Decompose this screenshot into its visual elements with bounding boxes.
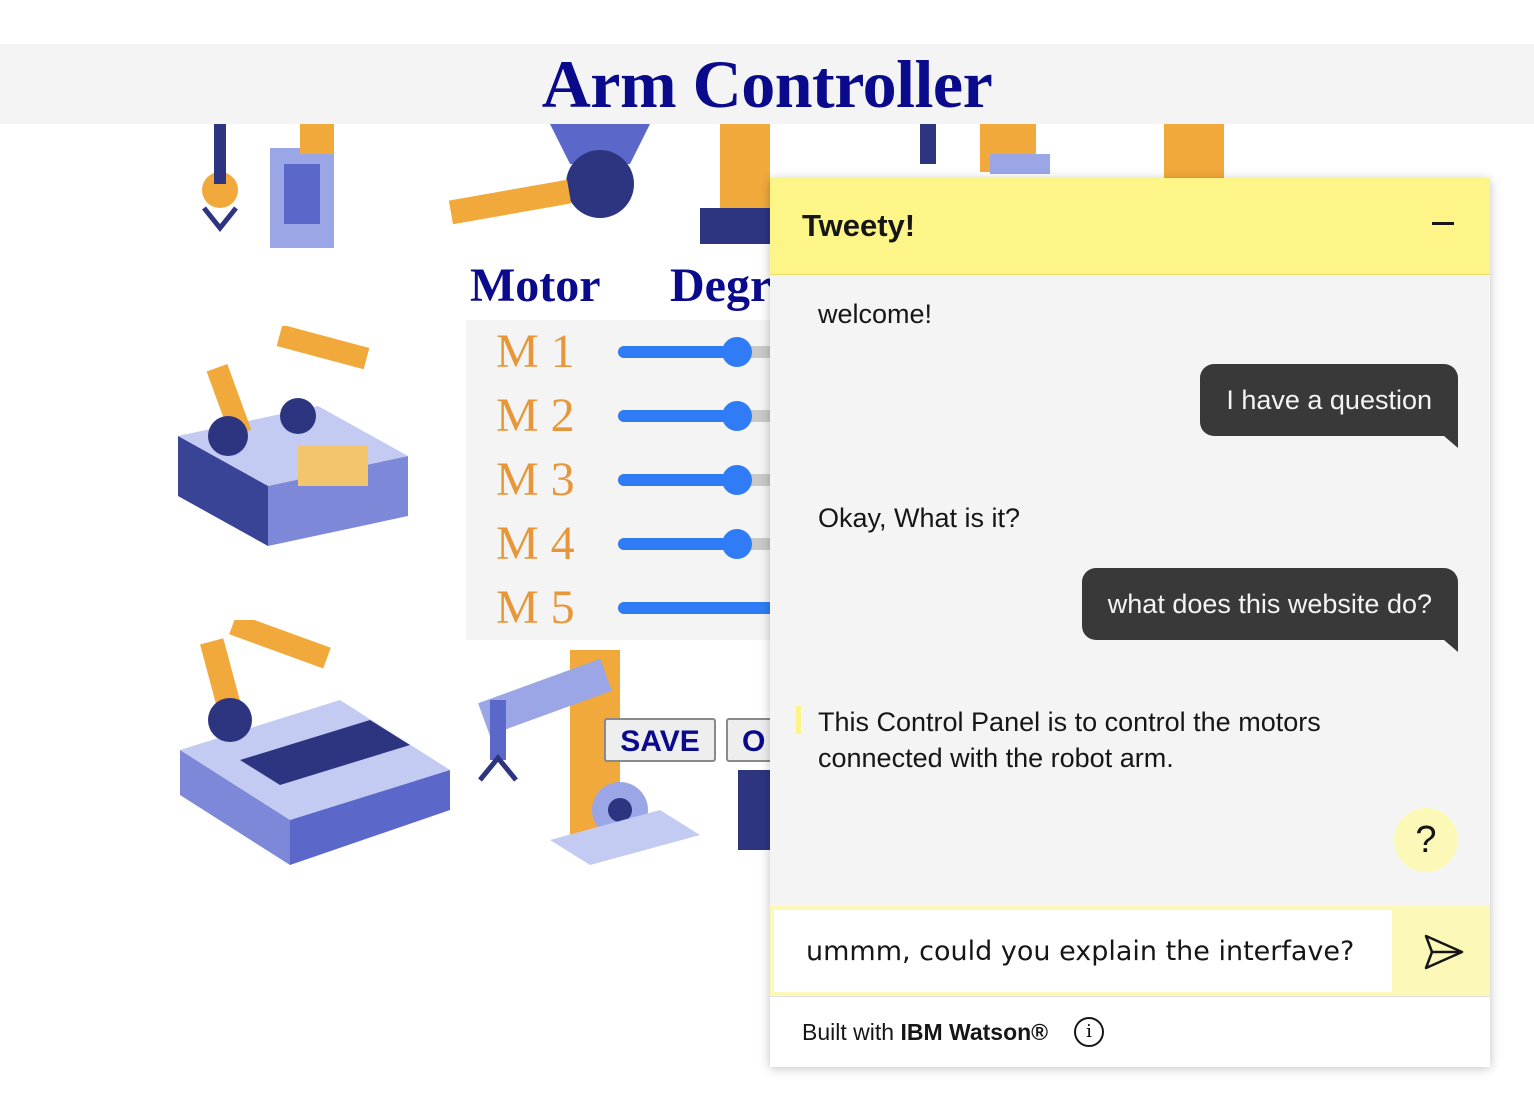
send-button[interactable] [1410,922,1474,982]
motor-panel: M 1 M 2 M 3 M 4 M 5 [466,320,788,640]
chat-footer: Built with IBM Watson® i [770,996,1490,1067]
user-message: I have a question [1200,364,1458,448]
motor-slider[interactable] [618,602,788,614]
robot-illustration-bottom-left [180,620,450,865]
page-header: Arm Controller [0,44,1534,124]
slider-thumb[interactable] [722,529,752,559]
motor-slider[interactable] [618,529,788,559]
motor-row: M 1 [466,320,788,384]
motor-column-heading: Motor [470,259,601,312]
chat-input-area [770,906,1490,996]
minimize-icon[interactable] [1432,222,1454,225]
motor-slider[interactable] [618,465,788,495]
user-message-text: I have a question [1226,385,1432,415]
bot-message: This Control Panel is to control the mot… [818,707,1321,773]
footer-text: Built with IBM Watson® [802,1019,1048,1046]
degree-column-heading: Degr [670,259,770,312]
motor-slider[interactable] [618,401,788,431]
user-message: what does this website do? [1081,568,1458,652]
motor-label: M 2 [496,389,575,442]
motor-row: M 4 [466,512,788,576]
motor-slider[interactable] [618,337,788,367]
chat-widget: Tweety! welcome! I have a question Okay,… [770,178,1490,1067]
motor-label: M 1 [496,325,575,378]
slider-thumb[interactable] [722,465,752,495]
robot-illustration-top [202,124,770,248]
footer-brand: IBM Watson® [900,1019,1049,1045]
robot-illustration-left [178,326,408,546]
slider-thumb[interactable] [722,337,752,367]
robot-illustration-top-right [920,124,1224,178]
motor-row: M 3 [466,448,788,512]
bubble-tail [1444,640,1458,652]
send-icon [1424,934,1464,970]
motor-label: M 4 [496,517,575,570]
chat-header: Tweety! [770,178,1490,275]
info-icon[interactable]: i [1074,1017,1104,1047]
chat-input[interactable] [774,910,1392,992]
help-button[interactable]: ? [1394,808,1458,872]
motor-label: M 3 [496,453,575,506]
save-button[interactable]: SAVE [604,718,716,762]
motor-row: M 5 [466,576,788,640]
footer-prefix: Built with [802,1019,901,1045]
bot-message: welcome! [818,299,933,329]
bot-message: Okay, What is it? [818,503,1021,533]
bubble-tail [1444,436,1458,448]
chat-title: Tweety! [802,208,916,243]
motor-label: M 5 [496,581,575,634]
motor-row: M 2 [466,384,788,448]
user-message-text: what does this website do? [1107,589,1432,619]
response-accent-bar [796,706,801,734]
help-icon: ? [1415,819,1437,861]
page-title: Arm Controller [541,46,993,122]
slider-thumb[interactable] [722,401,752,431]
